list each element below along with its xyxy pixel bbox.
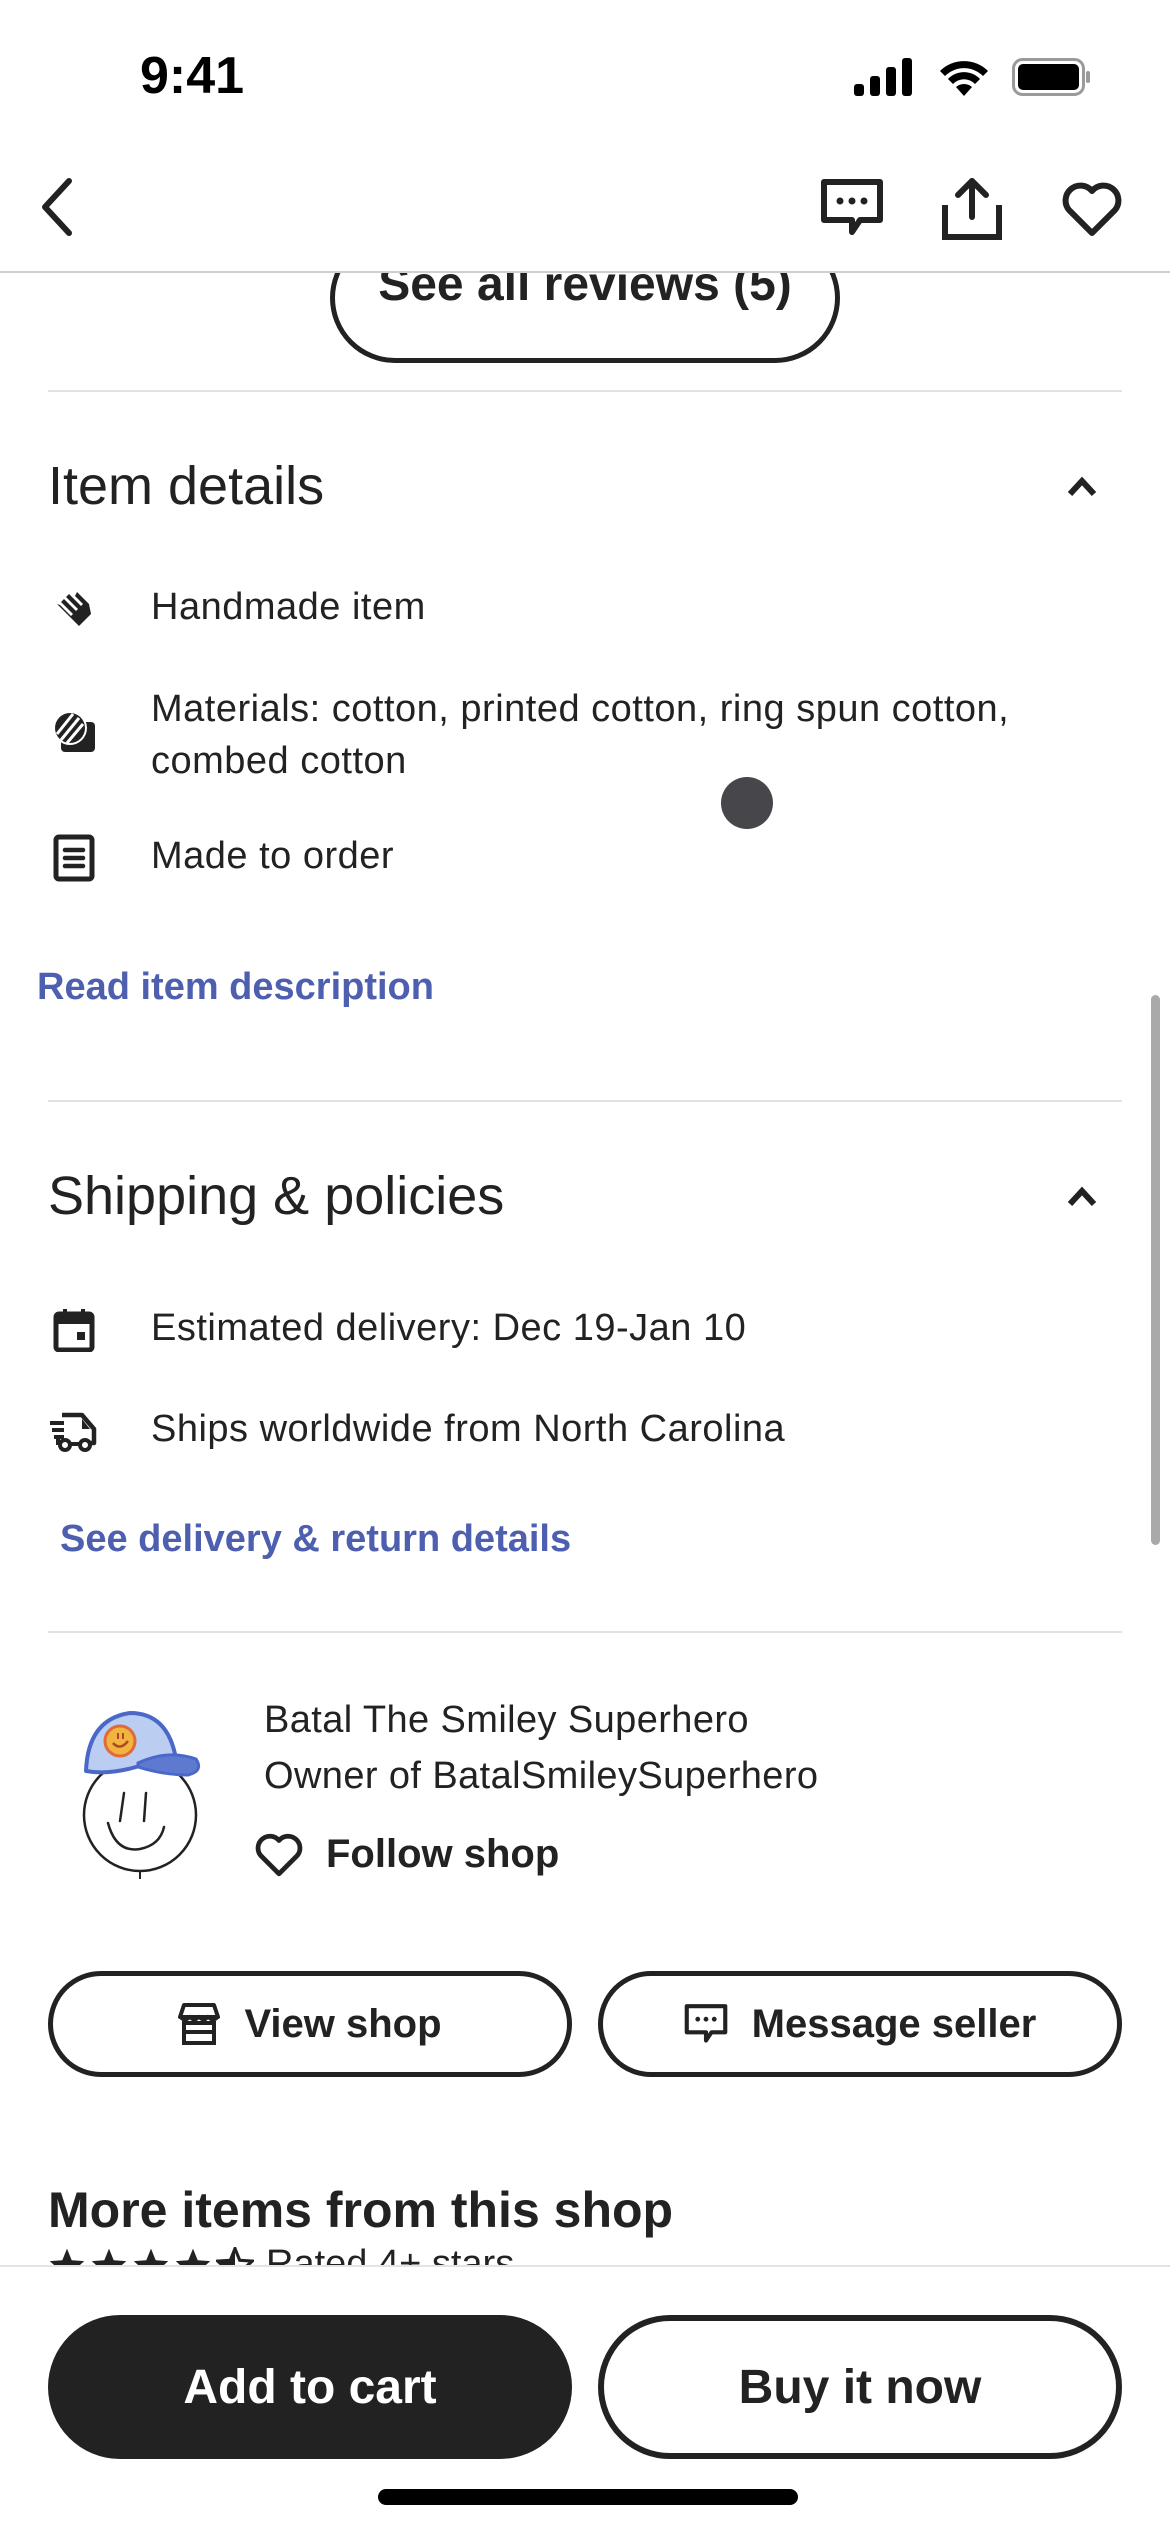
battery-icon — [1012, 58, 1090, 96]
message-button[interactable] — [814, 170, 890, 246]
chevron-left-icon — [42, 178, 72, 236]
detail-text: Made to order — [151, 835, 395, 877]
divider — [48, 1100, 1122, 1102]
favorite-button[interactable] — [1054, 170, 1130, 246]
detail-row-delivery: Estimated delivery: Dec 19-Jan 10 — [48, 1302, 1128, 1356]
status-time: 9:41 — [140, 47, 245, 105]
share-icon — [942, 178, 1002, 240]
view-shop-label: View shop — [244, 2001, 442, 2046]
chevron-up-icon — [1067, 476, 1097, 497]
calendar-icon — [48, 1304, 100, 1356]
see-all-reviews-label: See all reviews (5) — [378, 273, 792, 311]
more-items-title: More items from this shop — [48, 2182, 674, 2238]
detail-text: Handmade item — [151, 586, 426, 628]
star-icon — [49, 2248, 85, 2265]
detail-row-ships-from: Ships worldwide from North Carolina — [48, 1403, 1128, 1457]
nav-actions — [814, 170, 1130, 246]
follow-shop-button[interactable]: Follow shop — [254, 1831, 559, 1877]
delivery-truck-icon — [48, 1405, 100, 1457]
view-shop-button[interactable]: View shop — [48, 1971, 572, 2077]
star-icon — [175, 2248, 211, 2265]
see-all-reviews-button[interactable]: See all reviews (5) — [330, 273, 840, 363]
message-icon — [821, 179, 883, 235]
rating-label: Rated 4+ stars — [266, 2243, 515, 2265]
message-seller-label: Message seller — [751, 2001, 1037, 2046]
detail-row-materials: Materials: cotton, printed cotton, ring … — [48, 683, 1128, 782]
see-delivery-return-details-link[interactable]: See delivery & return details — [60, 1518, 571, 1561]
detail-row-made-to-order: Made to order — [48, 830, 1128, 884]
add-to-cart-button[interactable]: Add to cart — [48, 2315, 572, 2459]
buy-it-now-button[interactable]: Buy it now — [598, 2315, 1122, 2459]
divider — [48, 1631, 1122, 1633]
hand-icon — [48, 583, 100, 635]
chevron-up-icon — [1067, 1186, 1097, 1207]
divider — [48, 390, 1122, 392]
read-item-description-link[interactable]: Read item description — [37, 966, 434, 1009]
seller-name[interactable]: Batal The Smiley Superhero — [264, 1699, 749, 1742]
scroll-content: See all reviews (5) Item details Handmad… — [0, 273, 1170, 2265]
materials-icon — [48, 705, 100, 757]
bottom-action-bar: Add to cart Buy it now — [0, 2265, 1170, 2532]
detail-text: Materials: cotton, printed cotton, ring … — [151, 688, 1010, 782]
message-icon — [684, 2004, 727, 2043]
half-star-icon — [216, 2246, 254, 2265]
heart-icon — [1062, 182, 1122, 236]
buy-it-now-label: Buy it now — [738, 2360, 982, 2414]
cellular-signal-icon — [854, 58, 912, 96]
seller-owner-line: Owner of BatalSmileySuperhero — [264, 1755, 819, 1797]
star-icon — [133, 2248, 169, 2265]
back-button[interactable] — [22, 172, 92, 242]
shipping-title: Shipping & policies — [48, 1166, 505, 1226]
storefront-icon — [178, 2003, 221, 2045]
scrollbar[interactable] — [1151, 995, 1160, 1545]
status-bar: 9:41 — [0, 0, 1170, 150]
detail-text: Estimated delivery: Dec 19-Jan 10 — [151, 1307, 747, 1349]
seller-avatar[interactable] — [68, 1693, 218, 1883]
detail-text: Ships worldwide from North Carolina — [151, 1408, 786, 1450]
share-button[interactable] — [934, 170, 1010, 246]
detail-row-handmade: Handmade item — [48, 581, 1128, 635]
heart-icon — [255, 1833, 303, 1877]
nav-header — [0, 150, 1170, 273]
home-indicator — [378, 2489, 798, 2505]
touch-indicator — [721, 777, 773, 829]
wifi-icon — [940, 61, 988, 96]
shipping-collapse-button[interactable] — [1062, 1177, 1102, 1217]
status-icons — [854, 58, 1092, 96]
item-details-collapse-button[interactable] — [1062, 467, 1102, 507]
star-rating — [48, 2246, 254, 2265]
document-icon — [48, 832, 100, 884]
add-to-cart-label: Add to cart — [183, 2360, 437, 2414]
message-seller-button[interactable]: Message seller — [598, 1971, 1122, 2077]
follow-shop-label: Follow shop — [326, 1831, 560, 1876]
item-details-title: Item details — [48, 456, 325, 516]
star-icon — [91, 2248, 127, 2265]
rating-filter[interactable]: Rated 4+ stars — [48, 2243, 514, 2265]
